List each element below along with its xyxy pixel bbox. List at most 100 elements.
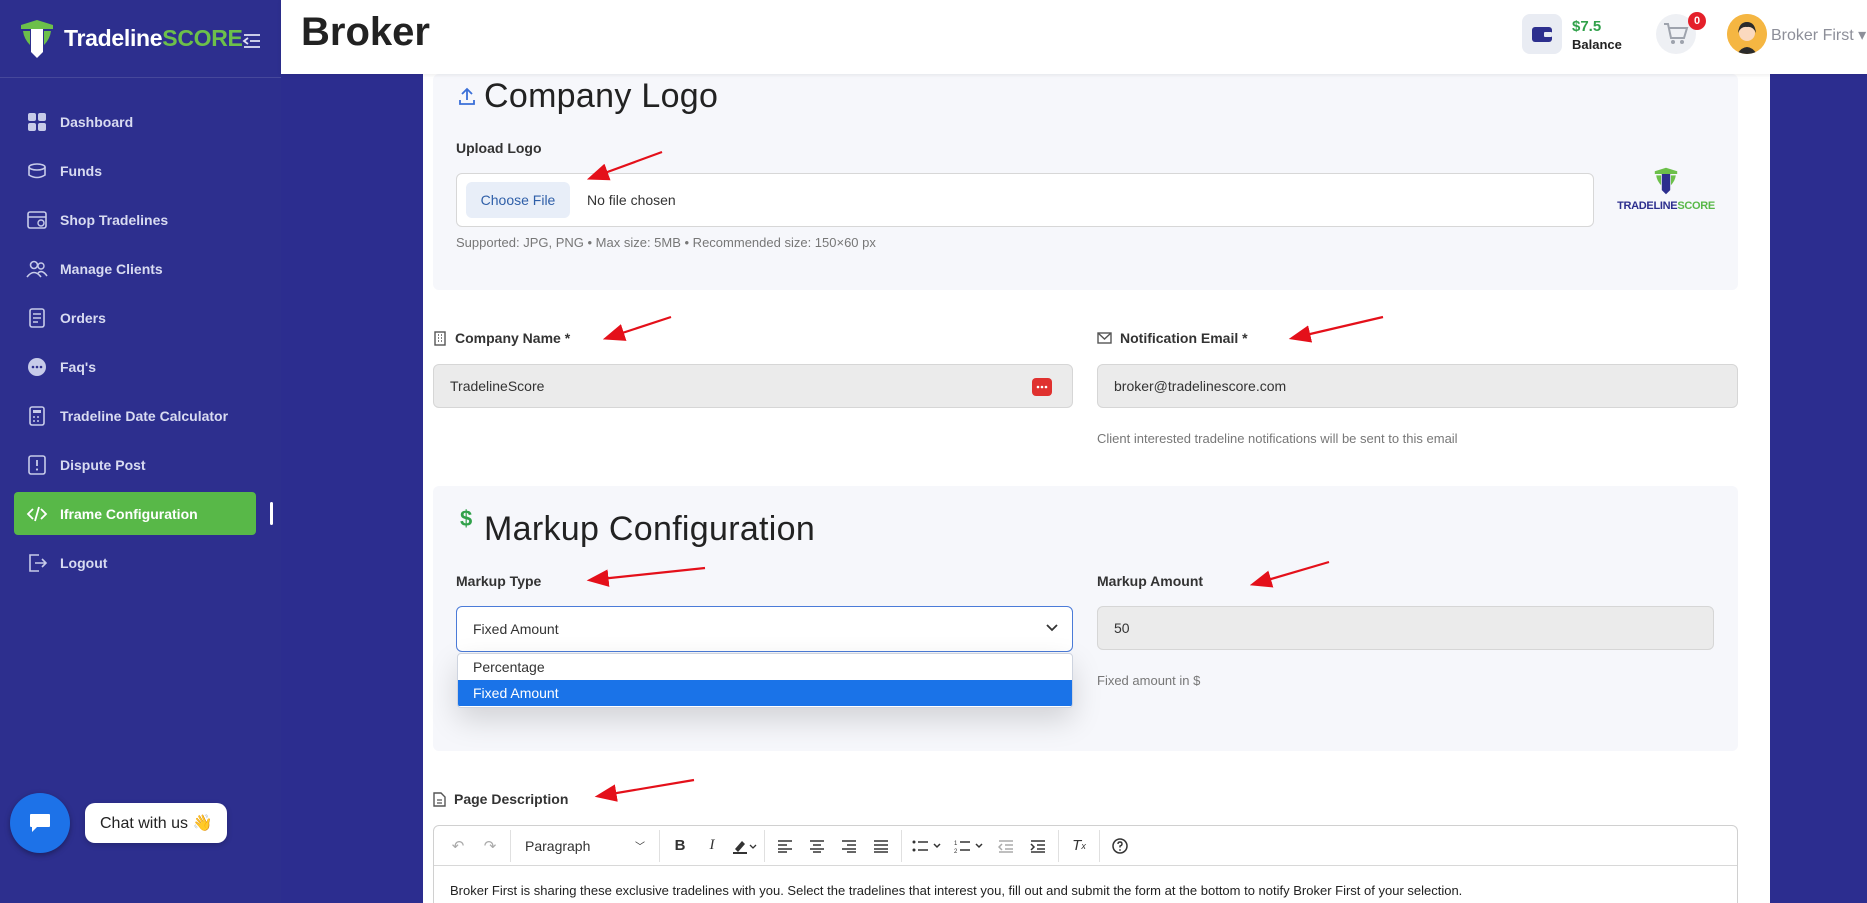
building-icon	[434, 330, 446, 346]
upload-hint: Supported: JPG, PNG • Max size: 5MB • Re…	[456, 235, 876, 250]
bold-button[interactable]: B	[664, 831, 696, 861]
markup-amount-input[interactable]: 50	[1097, 606, 1714, 650]
align-left-icon	[778, 839, 792, 853]
markup-amount-hint: Fixed amount in $	[1097, 673, 1201, 688]
user-menu-toggle[interactable]: Broker First ▾	[1771, 25, 1866, 45]
outdent-button[interactable]	[990, 831, 1022, 861]
sidebar-item-tradeline-date-calculator[interactable]: Tradeline Date Calculator	[0, 394, 281, 437]
sidebar-item-label: Faq's	[60, 358, 97, 375]
notification-email-label: Notification Email *	[1097, 330, 1248, 346]
sidebar-item-label: Dispute Post	[60, 456, 146, 473]
sidebar-item-iframe-configuration[interactable]: Iframe Configuration	[14, 492, 273, 535]
menu-collapse-icon[interactable]	[242, 33, 262, 49]
page-description-label: Page Description	[433, 791, 568, 807]
no-file-text: No file chosen	[587, 192, 676, 208]
sidebar-item-label: Funds	[60, 162, 102, 179]
notification-email-hint: Client interested tradeline notification…	[1097, 431, 1458, 446]
upload-icon	[459, 87, 475, 105]
markup-type-label: Markup Type	[456, 573, 542, 589]
align-right-icon	[842, 839, 856, 853]
align-center-button[interactable]	[801, 831, 833, 861]
toolbar-divider	[901, 829, 902, 862]
code-icon	[26, 506, 48, 521]
password-manager-icon[interactable]	[1032, 378, 1052, 396]
company-name-label: Company Name *	[433, 330, 570, 346]
sidebar-item-logout[interactable]: Logout	[0, 541, 281, 584]
highlighter-icon	[733, 840, 757, 854]
sidebar-item-shop-tradelines[interactable]: Shop Tradelines	[0, 198, 281, 241]
bullet-list-icon	[912, 840, 941, 851]
undo-button[interactable]: ↶	[442, 831, 474, 861]
user-avatar[interactable]	[1727, 14, 1767, 54]
sidebar-item-label: Shop Tradelines	[60, 211, 169, 228]
redo-button[interactable]: ↷	[474, 831, 506, 861]
svg-text:1: 1	[954, 841, 958, 847]
choose-file-button[interactable]: Choose File	[466, 182, 570, 218]
toolbar-divider	[659, 829, 660, 862]
notification-email-input[interactable]: broker@tradelinescore.com	[1097, 364, 1738, 408]
svg-text:2: 2	[954, 849, 958, 853]
chat-launcher-button[interactable]	[10, 793, 70, 853]
logout-icon	[29, 553, 48, 572]
company-name-input[interactable]: TradelineScore	[433, 364, 1073, 408]
italic-button[interactable]: I	[696, 831, 728, 861]
chevron-down-icon	[1046, 624, 1058, 632]
markup-type-select[interactable]: Fixed Amount	[456, 606, 1073, 652]
justify-icon	[874, 839, 888, 853]
option-percentage[interactable]: Percentage	[458, 654, 1072, 680]
company-logo-title: Company Logo	[484, 77, 719, 115]
faq-icon	[28, 357, 46, 376]
block-format-select[interactable]: Paragraph ﹀	[515, 831, 655, 861]
toolbar-divider	[1058, 829, 1059, 862]
sidebar-item-funds[interactable]: Funds	[0, 149, 281, 192]
dashboard-icon	[28, 112, 46, 131]
help-icon	[1112, 837, 1128, 854]
align-right-button[interactable]	[833, 831, 865, 861]
page-title: Broker	[301, 10, 430, 54]
wallet-button[interactable]	[1522, 14, 1562, 54]
wallet-icon	[1532, 27, 1552, 42]
sidebar-item-label: Iframe Configuration	[60, 505, 198, 522]
justify-button[interactable]	[865, 831, 897, 861]
toolbar-divider	[510, 829, 511, 862]
markup-amount-label: Markup Amount	[1097, 573, 1204, 589]
top-header: Broker $7.5 Balance 0 Broker First ▾	[281, 0, 1867, 74]
rich-text-editor: ↶ ↷ Paragraph ﹀ B I 12 Tx Broker First i…	[433, 825, 1738, 903]
option-fixed-amount[interactable]: Fixed Amount	[458, 680, 1072, 706]
funds-icon	[28, 162, 46, 178]
help-button[interactable]	[1104, 831, 1136, 861]
avatar-icon	[1727, 14, 1767, 54]
calculator-icon	[29, 405, 45, 426]
bullet-list-button[interactable]	[906, 831, 948, 861]
editor-content[interactable]: Broker First is sharing these exclusive …	[434, 866, 1737, 903]
sidebar-item-dashboard[interactable]: Dashboard	[0, 100, 281, 143]
sidebar-item-label: Tradeline Date Calculator	[60, 407, 229, 424]
envelope-icon	[1097, 332, 1112, 344]
main-area: Company Logo Upload Logo Choose File No …	[281, 74, 1867, 903]
markup-configuration-title: Markup Configuration	[484, 510, 816, 548]
brand-name: TradelineSCORE	[64, 25, 243, 51]
sidebar-item-faqs[interactable]: Faq's	[0, 345, 281, 388]
align-center-icon	[810, 839, 824, 853]
highlight-button[interactable]	[728, 831, 760, 861]
sidebar-item-manage-clients[interactable]: Manage Clients	[0, 247, 281, 290]
dispute-icon	[28, 454, 46, 475]
indent-button[interactable]	[1022, 831, 1054, 861]
balance-amount: $7.5	[1572, 18, 1602, 35]
document-icon	[433, 791, 446, 807]
sidebar: TradelineSCORE Dashboard Funds Shop Trad…	[0, 0, 281, 903]
dots-icon	[1036, 385, 1048, 389]
align-left-button[interactable]	[769, 831, 801, 861]
clear-formatting-button[interactable]: Tx	[1063, 831, 1095, 861]
outdent-icon	[998, 839, 1013, 853]
upload-logo-label: Upload Logo	[456, 140, 542, 156]
markup-type-options: Percentage Fixed Amount	[457, 653, 1073, 708]
logo-file-input[interactable]: Choose File No file chosen	[456, 173, 1594, 227]
cart-icon	[1664, 23, 1689, 44]
brand-logo[interactable]: TradelineSCORE	[0, 0, 281, 78]
chat-with-us-label[interactable]: Chat with us 👋	[85, 803, 228, 843]
sidebar-item-dispute-post[interactable]: Dispute Post	[0, 443, 281, 486]
indent-icon	[1030, 839, 1045, 853]
numbered-list-button[interactable]: 12	[948, 831, 990, 861]
sidebar-item-orders[interactable]: Orders	[0, 296, 281, 339]
